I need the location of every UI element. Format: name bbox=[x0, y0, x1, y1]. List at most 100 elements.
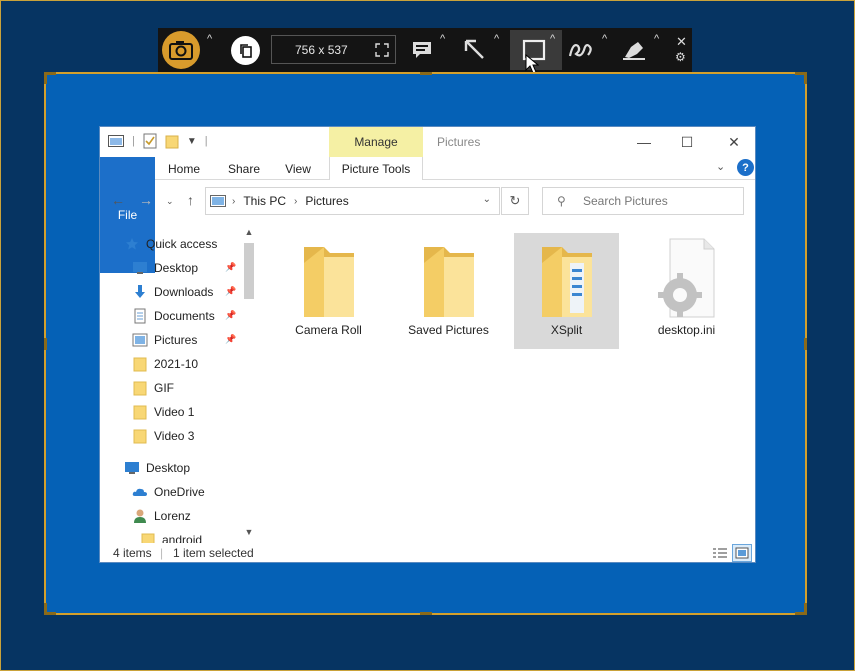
resize-handle[interactable] bbox=[44, 338, 47, 350]
nav-item-desktop[interactable]: Desktop bbox=[132, 257, 198, 279]
camera-options-caret[interactable]: ^ bbox=[207, 33, 212, 45]
nav-item-downloads[interactable]: Downloads bbox=[132, 281, 213, 303]
highlighter-options-caret[interactable]: ^ bbox=[654, 33, 659, 45]
desktop-icon bbox=[124, 460, 140, 476]
folder-icon bbox=[132, 428, 148, 444]
pin-icon[interactable]: 📌 bbox=[225, 310, 236, 321]
up-arrow-icon[interactable]: ↑ bbox=[187, 192, 194, 208]
fullscreen-icon[interactable] bbox=[375, 43, 389, 57]
nav-item-quick-access[interactable]: Quick access bbox=[124, 233, 217, 255]
gear-icon[interactable]: ⚙ bbox=[675, 50, 686, 64]
tab-manage[interactable]: Manage bbox=[329, 127, 423, 157]
nav-item-user[interactable]: Lorenz bbox=[132, 505, 191, 527]
camera-icon bbox=[169, 41, 193, 60]
tab-share[interactable]: Share bbox=[222, 157, 266, 180]
arrow-options-caret[interactable]: ^ bbox=[494, 33, 499, 45]
nav-item-label: Quick access bbox=[146, 237, 218, 251]
resize-handle[interactable] bbox=[420, 72, 432, 75]
folder-icon bbox=[140, 532, 156, 543]
refresh-button[interactable]: ↻ bbox=[501, 187, 529, 215]
nav-item-onedrive[interactable]: OneDrive bbox=[132, 481, 205, 503]
search-placeholder: Search Pictures bbox=[583, 194, 668, 208]
nav-item-pictures[interactable]: Pictures bbox=[132, 329, 197, 351]
resize-handle[interactable] bbox=[44, 603, 47, 615]
nav-item-folder[interactable]: android bbox=[140, 529, 202, 543]
tab-view[interactable]: View bbox=[278, 157, 318, 180]
resize-handle[interactable] bbox=[804, 338, 807, 350]
nav-item-label: Desktop bbox=[154, 261, 199, 275]
rectangle-options-caret[interactable]: ^ bbox=[550, 33, 555, 45]
pen-tool-button[interactable] bbox=[566, 36, 596, 64]
nav-item-label: Pictures bbox=[154, 333, 198, 347]
desktop-icon bbox=[132, 260, 148, 276]
region-size-display[interactable]: 756 x 537 bbox=[271, 35, 396, 64]
qat-separator: | bbox=[132, 135, 135, 147]
folder-icon bbox=[132, 356, 148, 372]
help-icon[interactable]: ? bbox=[737, 159, 754, 176]
recent-locations-icon[interactable]: ⌄ bbox=[166, 196, 174, 207]
address-bar[interactable]: › This PC › Pictures ⌄ bbox=[205, 187, 500, 215]
nav-item-label: android bbox=[162, 533, 203, 543]
resize-handle[interactable] bbox=[804, 603, 807, 615]
large-icons-view-icon[interactable] bbox=[732, 544, 752, 562]
nav-item-folder[interactable]: Video 3 bbox=[132, 425, 194, 447]
address-dropdown-icon[interactable]: ⌄ bbox=[483, 194, 491, 205]
tab-home[interactable]: Home bbox=[162, 157, 206, 180]
pen-icon bbox=[568, 44, 592, 57]
breadcrumb-pictures[interactable]: Pictures bbox=[305, 194, 348, 208]
resize-handle[interactable] bbox=[44, 72, 47, 84]
forward-arrow-icon[interactable]: → bbox=[139, 192, 153, 208]
folder-icon bbox=[132, 380, 148, 396]
breadcrumb-this-pc[interactable]: This PC bbox=[243, 194, 286, 208]
navigation-scrollbar[interactable]: ▲ ▼ bbox=[241, 227, 257, 540]
resize-handle[interactable] bbox=[804, 72, 807, 84]
resize-handle[interactable] bbox=[420, 612, 432, 615]
file-name: XSplit bbox=[550, 323, 583, 337]
window-icon[interactable] bbox=[108, 135, 124, 147]
pin-icon[interactable]: 📌 bbox=[225, 286, 236, 297]
file-name: Camera Roll bbox=[295, 323, 362, 337]
scroll-down-icon[interactable]: ▼ bbox=[241, 527, 257, 539]
maximize-button[interactable]: ☐ bbox=[672, 131, 702, 153]
nav-item-label: 2021-10 bbox=[154, 357, 199, 371]
folder-icon[interactable] bbox=[165, 133, 179, 149]
pin-icon[interactable]: 📌 bbox=[225, 262, 236, 273]
copy-button[interactable] bbox=[231, 36, 260, 65]
capture-toolbar: ^ 756 x 537 ^ ^ ^ ^ ^ ✕ ⚙ bbox=[158, 28, 692, 74]
scrollbar-thumb[interactable] bbox=[244, 243, 254, 299]
details-view-icon[interactable] bbox=[710, 544, 730, 562]
properties-icon[interactable] bbox=[143, 133, 157, 149]
close-button[interactable]: ✕ bbox=[719, 131, 749, 153]
arrow-tool-button[interactable] bbox=[460, 36, 490, 64]
search-icon: ⚲ bbox=[557, 194, 566, 208]
close-icon[interactable]: ✕ bbox=[676, 34, 687, 50]
file-item[interactable]: desktop.ini bbox=[634, 233, 739, 349]
nav-item-documents[interactable]: Documents bbox=[132, 305, 215, 327]
file-item[interactable]: Saved Pictures bbox=[396, 233, 501, 349]
expand-ribbon-icon[interactable]: ⌄ bbox=[716, 160, 725, 173]
tab-picture-tools[interactable]: Picture Tools bbox=[329, 157, 423, 180]
selection-count: 1 item selected bbox=[173, 546, 254, 560]
nav-item-folder[interactable]: GIF bbox=[132, 377, 174, 399]
star-icon bbox=[124, 236, 140, 252]
nav-item-folder[interactable]: 2021-10 bbox=[132, 353, 198, 375]
nav-item-label: OneDrive bbox=[154, 485, 205, 499]
pen-options-caret[interactable]: ^ bbox=[602, 33, 607, 45]
back-arrow-icon[interactable]: ← bbox=[111, 192, 125, 208]
file-item-selected[interactable]: XSplit bbox=[514, 233, 619, 349]
comment-options-caret[interactable]: ^ bbox=[440, 33, 445, 45]
pictures-location-icon bbox=[210, 195, 226, 207]
scroll-up-icon[interactable]: ▲ bbox=[241, 227, 257, 239]
highlighter-tool-button[interactable] bbox=[619, 36, 649, 64]
comment-button[interactable] bbox=[407, 36, 437, 64]
pin-icon[interactable]: 📌 bbox=[225, 334, 236, 345]
nav-item-desktop-root[interactable]: Desktop bbox=[124, 457, 190, 479]
pictures-icon bbox=[132, 332, 148, 348]
search-box[interactable]: ⚲ Search Pictures bbox=[542, 187, 744, 215]
minimize-button[interactable]: — bbox=[629, 131, 659, 153]
camera-button[interactable] bbox=[162, 31, 200, 69]
qat-dropdown-icon[interactable]: ▼ bbox=[187, 136, 197, 147]
nav-item-label: Desktop bbox=[146, 461, 191, 475]
nav-item-folder[interactable]: Video 1 bbox=[132, 401, 194, 423]
file-item[interactable]: Camera Roll bbox=[276, 233, 381, 349]
